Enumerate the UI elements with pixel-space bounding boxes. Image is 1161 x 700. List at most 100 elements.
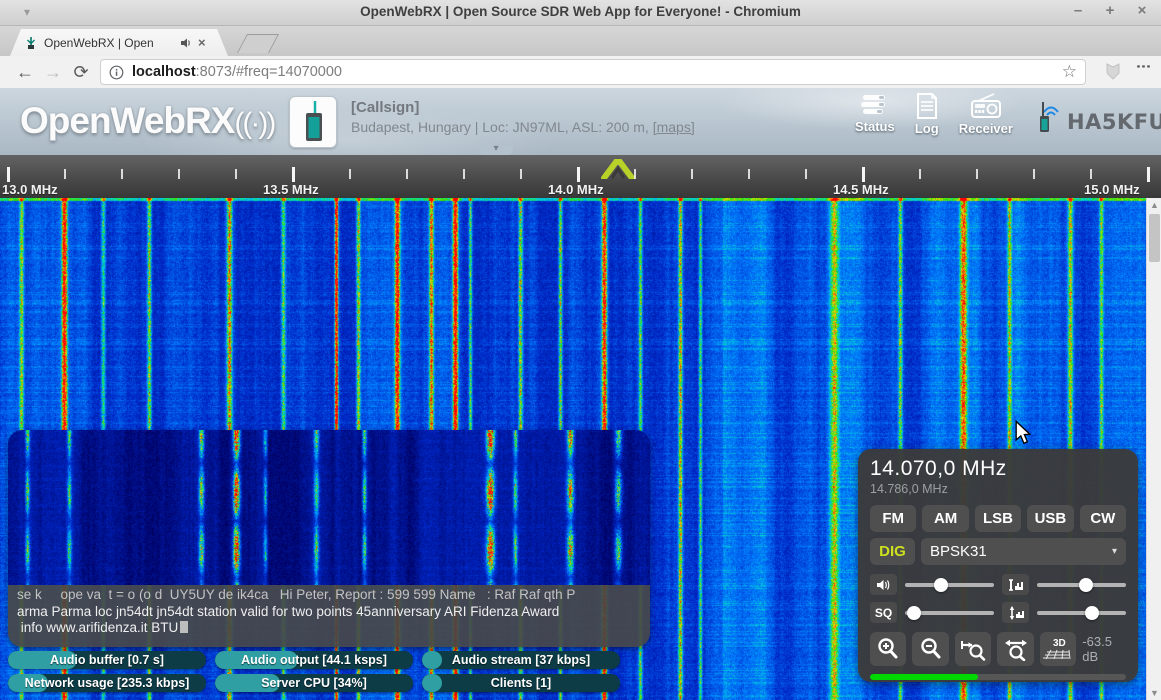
window-close-button[interactable]: × <box>1133 2 1151 20</box>
waterfall-min-slider[interactable] <box>1037 606 1126 620</box>
reload-button[interactable]: ⟳ <box>68 59 94 85</box>
browser-menu-icon[interactable]: ⋮ <box>1139 59 1149 74</box>
mode-lsb-button[interactable]: LSB <box>975 505 1021 532</box>
url-bar[interactable]: localhost:8073/#freq=14070000 ☆ <box>100 59 1086 85</box>
status-pill: Server CPU [34%] <box>215 674 413 692</box>
new-tab-button[interactable] <box>237 34 279 53</box>
nav-label: Status <box>855 119 895 134</box>
frequency-scale[interactable]: 13.0 MHz13.5 MHz14.0 MHz14.5 MHz15.0 MHz <box>0 155 1161 198</box>
volume-slider[interactable] <box>905 578 994 592</box>
mouse-cursor <box>1014 420 1032 446</box>
scale-minor-tick <box>919 169 921 179</box>
status-pill-label: Server CPU [34%] <box>215 674 413 692</box>
page-scrollbar[interactable]: ▲ ▼ <box>1146 198 1161 700</box>
waterfall-max-slider-thumb[interactable] <box>1079 578 1093 592</box>
status-pill: Audio stream [37 kbps] <box>422 651 620 669</box>
mode-buttons: FMAM LSBUSB CW <box>870 505 1126 532</box>
scrollbar-up-icon[interactable]: ▲ <box>1147 198 1161 212</box>
volume-slider-thumb[interactable] <box>934 578 948 592</box>
nav-status-button[interactable]: Status <box>855 93 895 136</box>
digimode-select[interactable]: BPSK31 ▾ <box>921 538 1126 565</box>
mode-am-button[interactable]: AM <box>922 505 968 532</box>
waterfall-max-button[interactable] <box>1002 574 1029 595</box>
zoom-in-icon <box>876 637 900 661</box>
signal-meter <box>870 674 1126 680</box>
dig-mode-button[interactable]: DIG <box>870 538 915 565</box>
url-text[interactable]: localhost:8073/#freq=14070000 <box>132 64 1062 80</box>
squelch-slider-thumb[interactable] <box>907 606 921 620</box>
window-minimize-button[interactable]: – <box>1069 2 1087 20</box>
nav-label: Receiver <box>959 121 1013 136</box>
scrollbar-down-icon[interactable]: ▼ <box>1147 686 1161 700</box>
scale-minor-tick <box>1033 169 1035 179</box>
waterfall-max-slider[interactable] <box>1037 578 1126 592</box>
extension-icon[interactable] <box>1103 61 1123 81</box>
handheld-radio-icon <box>298 100 328 144</box>
tab-favicon-antenna-icon <box>24 36 38 50</box>
openwebrx-logo: OpenWebRX((·)) <box>20 100 274 142</box>
zoom-selection-button[interactable] <box>955 632 991 666</box>
waterfall-min-button[interactable] <box>1002 602 1029 623</box>
scale-major-tick <box>862 167 865 182</box>
page-info-icon[interactable] <box>109 65 124 80</box>
squelch-label[interactable]: SQ <box>870 602 897 623</box>
volume-button[interactable] <box>870 574 897 595</box>
zoom-selection-icon <box>960 637 986 661</box>
browser-tab[interactable]: OpenWebRX | Open × <box>10 29 228 56</box>
maps-link[interactable]: [maps] <box>653 119 695 135</box>
header-collapse-button[interactable]: ▾ <box>479 145 513 155</box>
scale-label: 14.0 MHz <box>548 182 604 197</box>
nav-log-button[interactable]: Log <box>915 93 939 136</box>
forward-button[interactable]: → <box>40 59 66 85</box>
squelch-slider[interactable] <box>905 606 994 620</box>
nav-receiver-button[interactable]: Receiver <box>959 93 1013 136</box>
station-location: Budapest, Hungary | Loc: JN97ML, ASL: 20… <box>351 119 695 135</box>
tuning-marker-icon[interactable] <box>601 159 635 179</box>
log-document-icon <box>915 93 939 119</box>
scale-minor-tick <box>976 169 978 179</box>
bookmark-star-icon[interactable]: ☆ <box>1062 62 1077 82</box>
signal-meter-fill <box>870 674 978 680</box>
zoom-in-button[interactable] <box>870 632 906 666</box>
scale-minor-tick <box>805 169 807 179</box>
status-pill: Clients [1] <box>422 674 620 692</box>
waterfall-min-slider-thumb[interactable] <box>1085 606 1099 620</box>
tuned-frequency[interactable]: 14.070,0 MHz <box>870 457 1126 481</box>
tab-close-icon[interactable]: × <box>198 35 206 50</box>
ha5kfu-logo[interactable]: HA5KFU <box>1038 96 1161 134</box>
browser-tabstrip: OpenWebRX | Open × <box>0 26 1161 56</box>
digimode-waterfall[interactable] <box>8 430 650 585</box>
speaker-icon <box>876 578 892 592</box>
scale-major-tick <box>1147 167 1150 182</box>
back-button[interactable]: ← <box>12 59 38 85</box>
window-title: OpenWebRX | Open Source SDR Web App for … <box>0 4 1161 19</box>
tab-title: OpenWebRX | Open <box>44 36 174 50</box>
nav-label: Log <box>915 121 939 136</box>
window-maximize-button[interactable]: + <box>1101 2 1119 20</box>
tab-audio-icon[interactable] <box>180 37 192 49</box>
zoom-out-button[interactable] <box>912 632 948 666</box>
status-bars-icon <box>860 93 890 117</box>
status-pill-label: Audio buffer [0.7 s] <box>8 651 206 669</box>
scale-minor-tick <box>634 169 636 179</box>
status-bars: Audio buffer [0.7 s]Audio output [44.1 k… <box>8 651 620 692</box>
waterfall-min-icon <box>1008 606 1024 620</box>
digimode-panel: se k ope va t = o (o d UY5UY de ik4ca Hi… <box>8 430 650 647</box>
scrollbar-thumb[interactable] <box>1149 214 1160 262</box>
mode-cw-button[interactable]: CW <box>1080 505 1126 532</box>
waterfall-3d-button[interactable]: 3D <box>1040 632 1076 666</box>
station-callsign: [Callsign] <box>351 99 695 116</box>
ha5kfu-text: HA5KFU <box>1067 110 1161 134</box>
decoder-line: info www.arifidenza.it BTU <box>17 620 178 635</box>
digimode-selected: BPSK31 <box>930 543 987 560</box>
mode-usb-button[interactable]: USB <box>1027 505 1073 532</box>
scale-minor-tick <box>178 169 180 179</box>
scale-major-tick <box>577 167 580 182</box>
scale-label: 13.0 MHz <box>2 182 58 197</box>
mode-fm-button[interactable]: FM <box>870 505 916 532</box>
url-path: :8073/#freq=14070000 <box>196 64 342 80</box>
status-pill-label: Network usage [235.3 kbps] <box>8 674 206 692</box>
receiver-radio-icon <box>970 93 1002 119</box>
zoom-full-button[interactable] <box>997 632 1033 666</box>
select-caret-icon: ▾ <box>1112 546 1117 557</box>
